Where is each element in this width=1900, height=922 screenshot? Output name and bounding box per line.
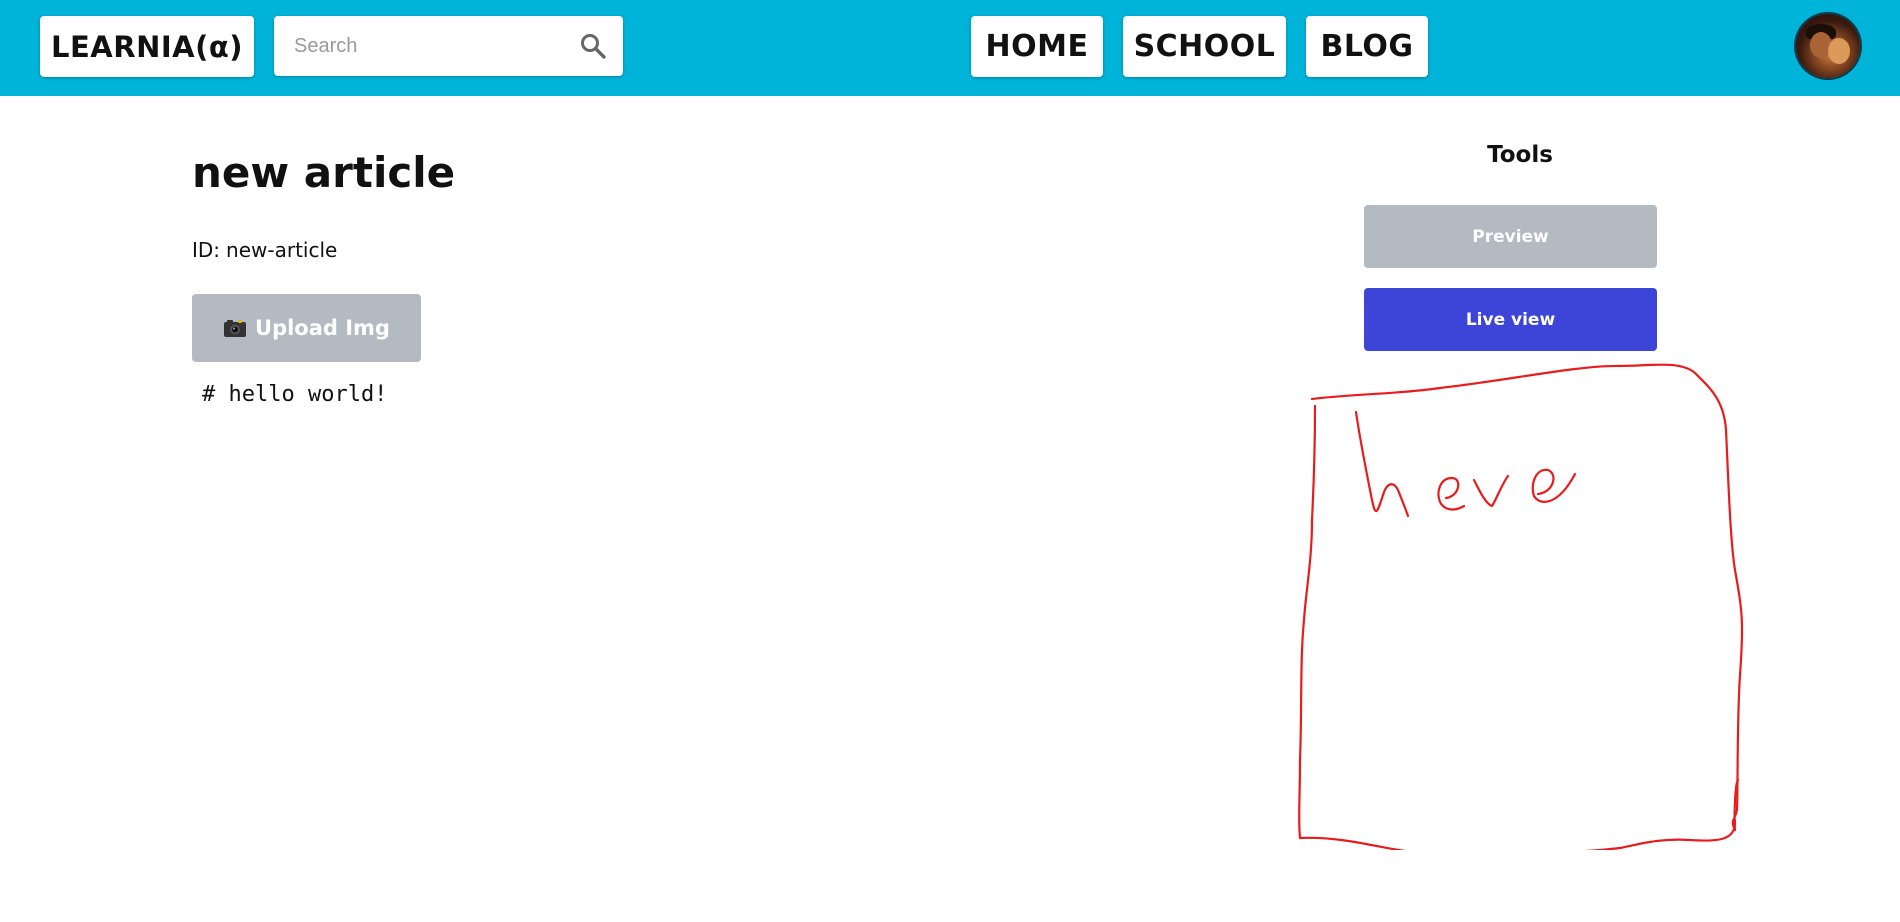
article-id: ID: new-article	[192, 238, 337, 262]
avatar-face-shape	[1828, 38, 1850, 64]
tools-title: Tools	[1487, 142, 1553, 168]
upload-image-button[interactable]: Upload Img	[192, 294, 421, 362]
search-icon[interactable]	[579, 32, 607, 60]
search-input[interactable]	[274, 16, 564, 76]
nav-blog-button[interactable]: BLOG	[1306, 16, 1428, 77]
preview-button[interactable]: Preview	[1364, 205, 1657, 268]
annotation-scribble	[1298, 363, 1744, 850]
upload-image-label: Upload Img	[255, 316, 390, 340]
nav-school-button[interactable]: SCHOOL	[1123, 16, 1286, 77]
camera-icon	[223, 318, 247, 338]
markdown-editor[interactable]: # hello world!	[202, 382, 902, 407]
search-box	[274, 16, 623, 76]
nav-home-button[interactable]: HOME	[971, 16, 1103, 77]
top-navbar: LEARNIA(α) HOME SCHOOL BLOG	[0, 0, 1900, 96]
brand-logo-button[interactable]: LEARNIA(α)	[40, 16, 254, 77]
live-view-button[interactable]: Live view	[1364, 288, 1657, 351]
article-title[interactable]: new article	[192, 148, 455, 197]
article-id-label: ID:	[192, 238, 221, 262]
user-avatar[interactable]	[1796, 14, 1860, 78]
article-id-value: new-article	[226, 238, 338, 262]
